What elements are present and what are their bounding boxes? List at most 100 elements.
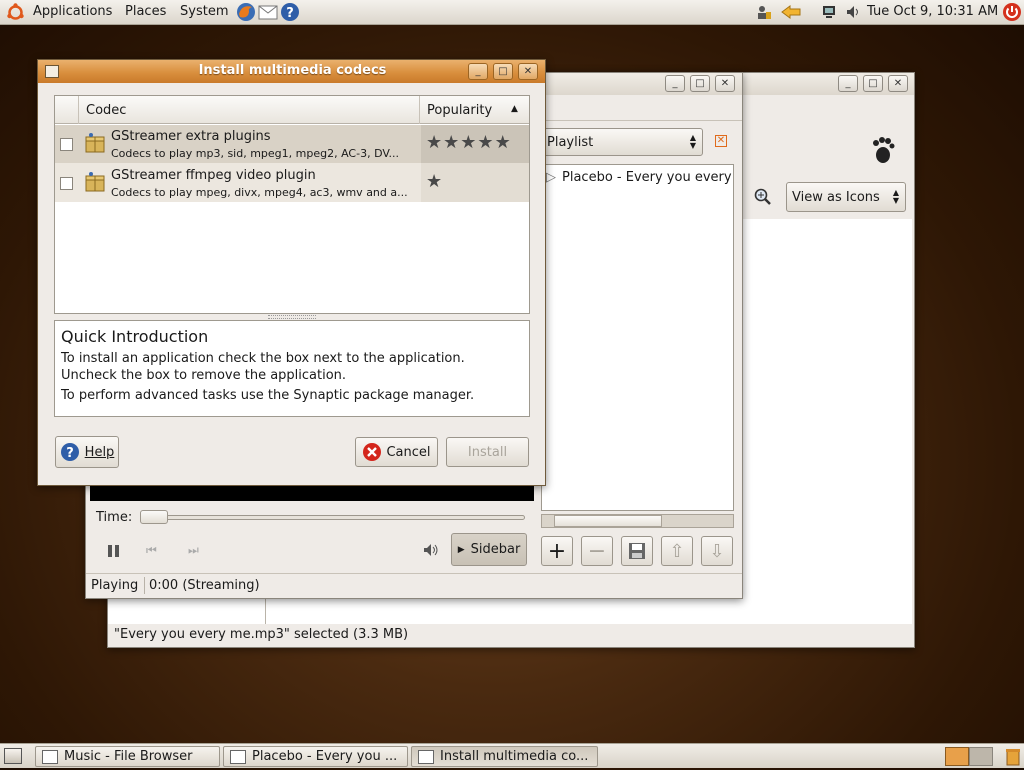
show-desktop-icon[interactable]	[4, 748, 22, 764]
status-playing: Playing	[91, 578, 139, 593]
power-icon[interactable]	[1002, 2, 1022, 22]
top-panel: Applications Places System ? Tue Oct 9, …	[0, 0, 1024, 25]
help-icon[interactable]: ?	[280, 2, 300, 22]
minimize-button[interactable]: _	[468, 63, 488, 80]
view-as-label: View as Icons	[792, 189, 880, 205]
cancel-icon	[363, 443, 382, 461]
task-music-player[interactable]: Placebo - Every you ...	[223, 746, 408, 767]
column-header-codec[interactable]: Codec	[86, 103, 126, 118]
save-playlist-button[interactable]	[621, 536, 653, 566]
remove-from-playlist-button[interactable]: −	[581, 536, 613, 566]
table-header: Codec Popularity ▲	[55, 96, 529, 124]
playlist-hscrollbar[interactable]	[541, 514, 734, 528]
help-icon: ?	[60, 443, 79, 461]
codec-description: Codecs to play mp3, sid, mpeg1, mpeg2, A…	[111, 147, 399, 160]
menu-system[interactable]: System	[180, 4, 228, 19]
gnome-foot-icon	[870, 135, 896, 165]
combo-arrows-icon: ▲ ▼	[689, 133, 696, 150]
star-icon: ★	[426, 171, 443, 192]
seek-slider[interactable]	[142, 515, 525, 520]
pane-resize-grip[interactable]	[268, 315, 316, 319]
task-install-codecs[interactable]: Install multimedia co...	[411, 746, 598, 767]
cancel-button[interactable]: Cancel	[355, 437, 438, 467]
close-button[interactable]: ✕	[888, 75, 908, 92]
minimize-button[interactable]: _	[838, 75, 858, 92]
table-row[interactable]: GStreamer ffmpeg video plugin Codecs to …	[55, 163, 529, 202]
installer-icon	[418, 749, 434, 764]
codec-table: Codec Popularity ▲ GStreamer extra plugi…	[54, 95, 530, 314]
remove-playlist-icon[interactable]: ✕	[715, 135, 727, 147]
codec-description: Codecs to play mpeg, divx, mpeg4, ac3, w…	[111, 186, 408, 199]
table-row[interactable]: GStreamer extra plugins Codecs to play m…	[55, 125, 529, 163]
minimize-button[interactable]: _	[665, 75, 685, 92]
player-icon	[230, 749, 246, 764]
user-icon[interactable]	[756, 4, 772, 20]
add-to-playlist-button[interactable]: +	[541, 536, 573, 566]
star-icon: ★	[426, 132, 444, 153]
mail-icon[interactable]	[258, 3, 278, 21]
view-as-select[interactable]: View as Icons ▲ ▼	[786, 182, 906, 212]
file-browser-status: "Every you every me.mp3" selected (3.3 M…	[114, 627, 409, 642]
status-time: 0:00 (Streaming)	[149, 578, 260, 593]
maximize-button[interactable]: □	[863, 75, 883, 92]
playlist-select-label: Playlist	[547, 134, 594, 150]
move-down-button[interactable]: ⇩	[701, 536, 733, 566]
codecs-dialog: Install multimedia codecs _ □ ✕ Codec Po…	[37, 59, 546, 486]
play-indicator-icon: ▷	[546, 170, 556, 185]
popularity-stars: ★	[426, 171, 442, 192]
task-file-browser[interactable]: Music - File Browser	[35, 746, 220, 767]
pause-icon[interactable]	[108, 545, 122, 557]
package-icon	[84, 132, 106, 154]
playlist-item[interactable]: ▷Placebo - Every you every me	[546, 170, 733, 185]
save-icon	[629, 543, 645, 559]
zoom-icon[interactable]	[753, 187, 773, 207]
package-icon	[84, 171, 106, 193]
player-statusbar: Playing 0:00 (Streaming)	[86, 573, 742, 598]
sidebar-toggle-button[interactable]: ▶ Sidebar	[451, 533, 527, 566]
star-icon: ★	[477, 132, 495, 153]
column-header-popularity[interactable]: Popularity	[427, 103, 492, 118]
maximize-button[interactable]: □	[493, 63, 513, 80]
volume-icon[interactable]	[845, 4, 861, 20]
maximize-button[interactable]: □	[690, 75, 710, 92]
install-button[interactable]: Install	[446, 437, 529, 467]
quick-introduction-panel: Quick Introduction To install an applica…	[54, 320, 530, 417]
move-up-button[interactable]: ⇧	[661, 536, 693, 566]
menu-places[interactable]: Places	[125, 4, 166, 19]
svg-text:?: ?	[286, 6, 294, 21]
sort-ascending-icon[interactable]: ▲	[511, 104, 518, 114]
combo-arrows-icon: ▲ ▼	[892, 188, 899, 205]
row-checkbox[interactable]	[60, 177, 73, 190]
firefox-icon[interactable]	[236, 2, 256, 22]
codec-name: GStreamer ffmpeg video plugin	[111, 168, 316, 183]
close-button[interactable]: ✕	[518, 63, 538, 80]
menu-applications[interactable]: Applications	[33, 4, 112, 19]
svg-text:?: ?	[66, 446, 74, 461]
intro-title: Quick Introduction	[61, 327, 209, 346]
clock[interactable]: Tue Oct 9, 10:31 AM	[867, 4, 998, 19]
row-checkbox[interactable]	[60, 138, 73, 151]
ubuntu-logo-icon[interactable]	[6, 3, 25, 22]
codec-name: GStreamer extra plugins	[111, 129, 271, 144]
previous-icon[interactable]: ⏮	[146, 543, 157, 558]
star-icon: ★	[443, 132, 461, 153]
intro-paragraph-1: To install an application check the box …	[61, 351, 465, 383]
trash-icon[interactable]	[1005, 747, 1021, 766]
next-icon[interactable]: ⏭	[188, 543, 199, 558]
help-button[interactable]: ? Help	[55, 436, 119, 468]
close-button[interactable]: ✕	[715, 75, 735, 92]
time-label: Time:	[96, 510, 133, 525]
workspace-switcher[interactable]	[945, 747, 993, 766]
star-icon: ★	[460, 132, 478, 153]
intro-paragraph-2: To perform advanced tasks use the Synapt…	[61, 388, 475, 403]
update-icon[interactable]	[780, 4, 802, 20]
popularity-stars: ★★★★★	[426, 132, 512, 153]
playlist-select[interactable]: Playlist ▲ ▼	[541, 128, 703, 156]
star-icon: ★	[494, 132, 512, 153]
seek-handle[interactable]	[140, 510, 168, 524]
network-icon[interactable]	[821, 4, 837, 20]
bottom-panel: Music - File Browser Placebo - Every you…	[0, 743, 1024, 768]
volume-button-icon[interactable]	[422, 542, 440, 558]
folder-icon	[42, 749, 58, 764]
playlist-view[interactable]: ▷Placebo - Every you every me	[541, 164, 734, 511]
